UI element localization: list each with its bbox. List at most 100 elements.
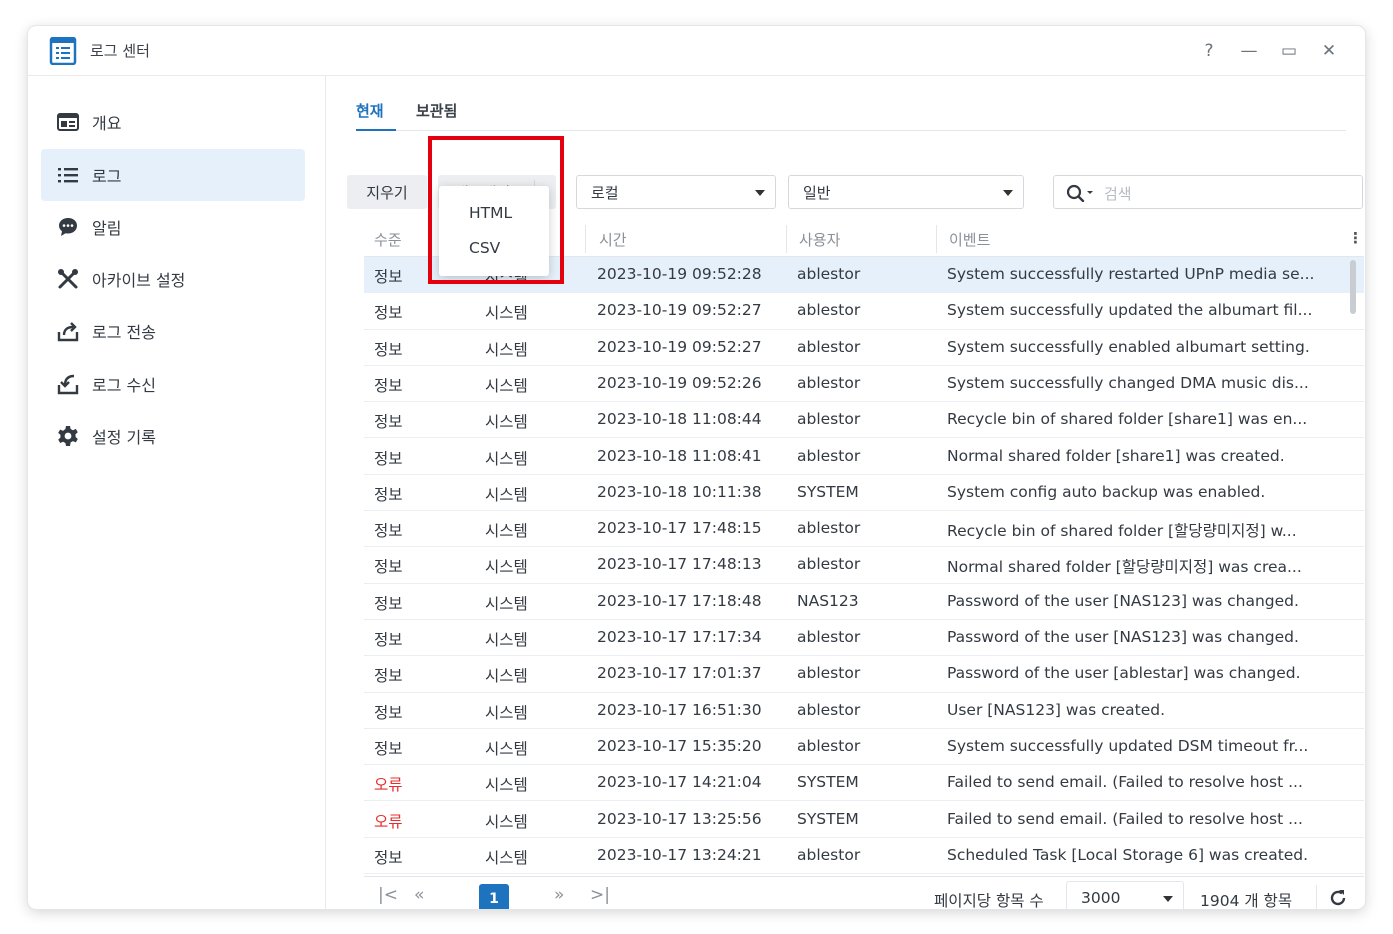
column-header-time[interactable]: 시간 [599,229,627,250]
cell-user: SYSTEM [797,809,859,828]
cell-time: 2023-10-18 11:08:44 [597,410,762,429]
current-page-button[interactable]: 1 [479,884,509,909]
source-select-value: 로컬 [591,183,619,202]
gear-icon [56,424,80,448]
cell-user: ablestor [797,301,861,320]
search-box[interactable]: 검색 [1053,175,1363,209]
cell-log: 시스템 [485,594,528,613]
tools-icon [56,267,80,291]
table-row[interactable]: 정보 시스템 2023-10-17 17:17:34 ablestor Password… [364,620,1364,657]
table-row[interactable]: 정보 시스템 2023-10-17 16:51:30 ablestor User [NA… [364,693,1364,729]
cell-event: System successfully enabled albumart set… [947,337,1310,356]
next-page-icon[interactable]: » [554,885,564,905]
per-page-value: 3000 [1081,889,1121,907]
sidebar-item-label: 아카이브 설정 [92,271,186,290]
cell-event: Recycle bin of shared folder [share1] wa… [947,410,1308,429]
table-row[interactable]: 오류 시스템 2023-10-17 14:21:04 SYSTEM Failed to … [364,765,1364,802]
cell-level: 정보 [374,413,403,432]
cell-user: ablestor [797,410,861,429]
sidebar-item-overview[interactable]: 개요 [41,96,305,148]
previous-page-icon[interactable]: « [414,885,424,905]
cell-level: 정보 [374,304,403,323]
cell-log: 시스템 [485,703,528,722]
clear-button[interactable]: 지우기 [347,175,427,209]
cell-level: 정보 [374,594,403,613]
table-row[interactable]: 정보 시스템 2023-10-17 15:35:20 ablestor System s… [364,729,1364,766]
cell-event: Password of the user [ablestar] was chan… [947,664,1301,683]
table-row[interactable]: 정보 시스템 2023-10-19 09:52:27 ablestor System s… [364,330,1364,366]
table-row[interactable]: 정보 시스템 2023-10-17 17:48:13 ablestor Normal s… [364,547,1364,584]
table-row[interactable]: 정보 시스템 2023-10-17 17:01:37 ablestor Password… [364,656,1364,693]
table-row[interactable]: 정보 시스템 2023-10-18 10:11:38 SYSTEM System con… [364,475,1364,512]
table-row[interactable]: 정보 시스템 2023-10-19 09:52:27 ablestor System s… [364,293,1364,330]
table-row[interactable]: 정보 시스템 2023-10-19 09:52:26 ablestor System s… [364,366,1364,403]
source-select[interactable]: 로컬 [576,175,776,209]
column-header-event[interactable]: 이벤트 [949,229,990,250]
cell-time: 2023-10-18 10:11:38 [597,482,762,501]
sidebar-item-log-sending[interactable]: 로그 전송 [41,305,305,357]
last-page-icon[interactable]: >| [590,885,610,905]
tab-current[interactable]: 현재 [356,100,384,121]
sidebar-item-settings-history[interactable]: 설정 기록 [41,410,305,462]
cell-log: 시스템 [485,848,528,867]
cell-event: System config auto backup was enabled. [947,482,1266,501]
cell-level: 정보 [374,703,403,722]
cell-user: ablestor [797,373,861,392]
table-row[interactable]: 정보 시스템 2023-10-18 11:08:44 ablestor Recycle … [364,402,1364,439]
maximize-button[interactable]: ▭ [1276,38,1302,64]
sidebar-item-label: 로그 수신 [92,376,156,395]
search-icon[interactable] [1066,184,1098,202]
sidebar-item-label: 개요 [92,114,122,133]
cell-log: 시스템 [485,776,528,795]
table-row[interactable]: 오류 시스템 2023-10-17 13:25:56 SYSTEM Failed to … [364,802,1364,838]
per-page-select[interactable]: 3000 [1066,881,1184,909]
cell-event: System successfully restarted UPnP media… [947,265,1315,283]
tab-archived[interactable]: 보관됨 [416,100,457,121]
sidebar-item-archive-settings[interactable]: 아카이브 설정 [41,253,305,305]
cell-user: ablestor [797,337,861,356]
overview-icon [56,110,80,134]
close-button[interactable]: ✕ [1316,38,1342,64]
log-center-app-icon [49,37,77,65]
log-table: 정보 시스템 2023-10-19 09:52:28 ablestor System s… [364,257,1364,874]
first-page-icon[interactable]: |< [378,885,398,905]
column-header-level[interactable]: 수준 [374,229,402,250]
sidebar-item-log-receiving[interactable]: 로그 수신 [41,358,305,410]
cell-log: 시스템 [485,413,528,432]
cell-event: Password of the user [NAS123] was change… [947,591,1299,610]
column-separator [585,225,586,253]
sidebar-item-notification[interactable]: 알림 [41,201,305,253]
cell-level: 정보 [374,340,403,359]
cell-time: 2023-10-19 09:52:27 [597,337,762,356]
table-row[interactable]: 정보 시스템 2023-10-17 17:48:15 ablestor Recycle … [364,511,1364,548]
cell-time: 2023-10-18 11:08:41 [597,446,762,465]
table-scrollbar[interactable] [1350,260,1356,314]
cell-event: System successfully updated DSM timeout … [947,736,1309,755]
log-center-window: 로그 센터 ? — ▭ ✕ 개요 로그 알림 아카이브 설정 로그 전송 로그 … [28,26,1365,909]
chevron-down-icon [1163,896,1173,902]
cell-user: ablestor [797,700,861,719]
refresh-icon[interactable] [1329,889,1347,907]
sidebar-item-log[interactable]: 로그 [41,149,305,201]
cell-level: 정보 [374,667,403,686]
table-row[interactable]: 정보 시스템 2023-10-17 17:18:48 NAS123 Password o… [364,584,1364,620]
cell-user: ablestor [797,628,861,646]
column-separator [786,225,787,253]
cell-time: 2023-10-17 14:21:04 [597,773,762,792]
clear-button-label: 지우기 [366,183,408,202]
column-options-icon[interactable]: ⋮ [1348,229,1363,247]
help-button[interactable]: ? [1196,38,1222,64]
column-header-user[interactable]: 사용자 [799,229,840,250]
cell-level: 정보 [374,848,403,867]
cell-log: 시스템 [485,522,528,541]
type-select[interactable]: 일반 [788,175,1024,209]
minimize-button[interactable]: — [1236,38,1262,64]
window-title: 로그 센터 [90,42,150,60]
search-input[interactable]: 검색 [1104,183,1132,204]
table-row[interactable]: 정보 시스템 2023-10-17 13:24:21 ablestor Schedule… [364,838,1364,874]
chat-icon [56,215,80,239]
upload-icon [56,319,80,343]
cell-event: Recycle bin of shared folder [할당량미지정] w.… [947,522,1297,541]
table-row[interactable]: 정보 시스템 2023-10-18 11:08:41 ablestor Normal s… [364,439,1364,475]
titlebar: 로그 센터 ? — ▭ ✕ [28,26,1365,76]
